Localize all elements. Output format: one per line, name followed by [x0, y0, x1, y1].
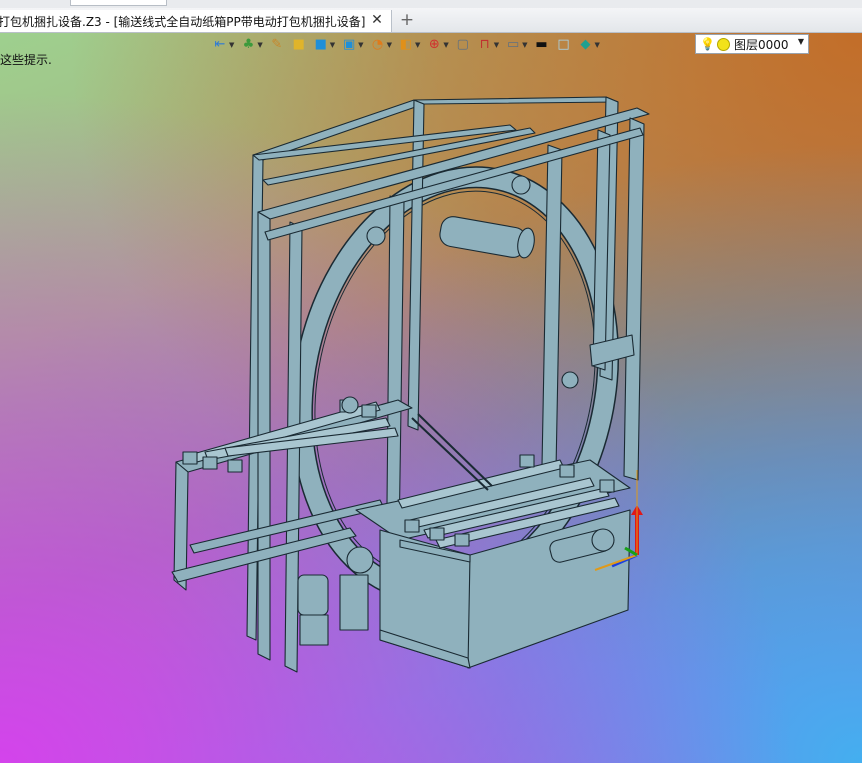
- chevron-down-icon[interactable]: ▼: [494, 41, 499, 49]
- chevron-down-icon[interactable]: ▼: [387, 41, 392, 49]
- fill-color-icon: □: [557, 37, 570, 52]
- solid-yellow-icon: ■: [292, 37, 305, 52]
- command-box[interactable]: [70, 0, 167, 6]
- machine-model[interactable]: [0, 33, 862, 763]
- pie-button[interactable]: ◔ ▼: [370, 35, 392, 55]
- dimension-button[interactable]: ⊓ ▼: [477, 35, 499, 55]
- view-button[interactable]: ◧ ▼: [398, 35, 421, 55]
- view-icon: ◧: [399, 37, 413, 52]
- strap-line: [411, 417, 489, 491]
- chevron-down-icon[interactable]: ▼: [358, 41, 363, 49]
- chevron-down-icon[interactable]: ▼: [257, 41, 262, 49]
- frame-button[interactable]: ▢: [455, 35, 471, 55]
- layer-color-icon: [716, 37, 730, 51]
- document-tab[interactable]: 打包机捆扎设备.Z3 - [输送线式全自动纸箱PP带电动打包机捆扎设备] ✕: [0, 10, 392, 32]
- chevron-down-icon[interactable]: ▼: [522, 41, 527, 49]
- layer-selector[interactable]: 💡 图层0000 ▼: [695, 34, 809, 54]
- document-tab-bar: 打包机捆扎设备.Z3 - [输送线式全自动纸箱PP带电动打包机捆扎设备] ✕ +: [0, 8, 862, 33]
- dimension-icon: ⊓: [479, 37, 490, 52]
- fill-color-button[interactable]: □: [556, 35, 572, 55]
- left-gearmotor: [297, 546, 374, 646]
- layers-icon: ◆: [580, 37, 591, 52]
- title-strip: [0, 0, 862, 8]
- monitor-button[interactable]: ▭ ▼: [505, 35, 528, 55]
- frame-icon: ▢: [456, 37, 469, 52]
- chevron-down-icon[interactable]: ▼: [443, 41, 448, 49]
- cube-stack-icon: ▣: [343, 37, 356, 52]
- import-icon: ⇤: [214, 37, 226, 52]
- material-icon: ♣: [242, 37, 255, 52]
- bulb-icon[interactable]: 💡: [700, 37, 715, 51]
- cube-button[interactable]: ■ ▼: [313, 35, 336, 55]
- axis-button[interactable]: ⊕ ▼: [426, 35, 449, 55]
- chevron-down-icon[interactable]: ▼: [415, 41, 420, 49]
- brush-button[interactable]: ✎: [269, 35, 285, 55]
- close-tab-button[interactable]: ✕: [369, 12, 385, 28]
- layers-button[interactable]: ◆ ▼: [578, 35, 600, 55]
- chevron-down-icon[interactable]: ▼: [229, 41, 234, 49]
- pie-icon: ◔: [371, 37, 384, 52]
- layer-name: 图层0000: [733, 37, 789, 52]
- brush-icon: ✎: [271, 37, 283, 52]
- monitor-icon: ▭: [506, 37, 520, 52]
- line-color-icon: ▬: [535, 37, 548, 52]
- new-tab-button[interactable]: +: [398, 11, 416, 29]
- chevron-down-icon[interactable]: ▼: [798, 37, 804, 46]
- document-tab-title: 打包机捆扎设备.Z3 - [输送线式全自动纸箱PP带电动打包机捆扎设备]: [0, 14, 366, 29]
- cube-icon: ■: [314, 37, 327, 52]
- axis-icon: ⊕: [428, 37, 440, 52]
- material-button[interactable]: ♣ ▼: [240, 35, 263, 55]
- cube-stack-button[interactable]: ▣ ▼: [341, 35, 364, 55]
- chevron-down-icon[interactable]: ▼: [595, 41, 600, 49]
- import-button[interactable]: ⇤ ▼: [212, 35, 235, 55]
- chevron-down-icon[interactable]: ▼: [330, 41, 335, 49]
- top-motor: [439, 216, 535, 259]
- view-toolbar: ⇤ ▼ ♣ ▼ ✎ ■ ■ ▼ ▣ ▼ ◔ ▼ ◧ ▼ ⊕ ▼ ▢ ⊓ ▼ ▭ ▼ ▬ □ ◆ ▼: [212, 34, 606, 56]
- line-color-button[interactable]: ▬: [534, 35, 550, 55]
- solid-yellow-button[interactable]: ■: [291, 35, 307, 55]
